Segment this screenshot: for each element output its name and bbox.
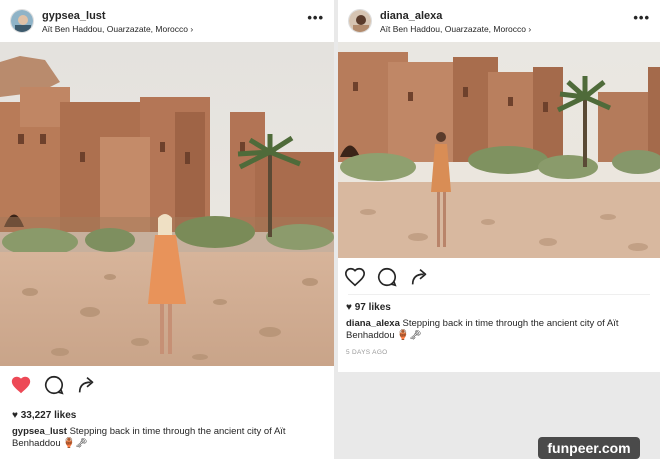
small-heart-icon: ♥ — [346, 302, 352, 313]
share-icon[interactable] — [409, 266, 431, 288]
action-bar — [0, 374, 334, 402]
caption: diana_alexa Stepping back in time throug… — [346, 318, 654, 342]
heart-icon[interactable] — [10, 374, 32, 396]
post-header: gypsea_lust Aït Ben Haddou, Ouarzazate, … — [0, 0, 334, 42]
post-photo[interactable] — [0, 42, 334, 366]
heart-icon[interactable] — [344, 266, 366, 288]
more-options-icon[interactable]: ••• — [307, 11, 324, 24]
likes-count[interactable]: ♥ 33,227 likes — [12, 410, 76, 421]
username[interactable]: gypsea_lust — [42, 10, 106, 22]
avatar[interactable] — [348, 9, 372, 33]
caption: gypsea_lust Stepping back in time throug… — [12, 426, 332, 450]
divider — [348, 294, 650, 295]
chevron-right-icon: › — [190, 24, 194, 34]
username[interactable]: diana_alexa — [380, 10, 442, 22]
avatar[interactable] — [10, 9, 34, 33]
location-link[interactable]: Aït Ben Haddou, Ouarzazate, Morocco › — [42, 24, 193, 34]
small-heart-icon: ♥ — [12, 410, 18, 421]
post-card-left: gypsea_lust Aït Ben Haddou, Ouarzazate, … — [0, 0, 334, 459]
share-icon[interactable] — [76, 374, 98, 396]
location-text: Aït Ben Haddou, Ouarzazate, Morocco — [380, 24, 526, 34]
action-bar — [338, 266, 660, 294]
post-photo[interactable] — [338, 42, 660, 258]
post-card-right: diana_alexa Aït Ben Haddou, Ouarzazate, … — [338, 0, 660, 372]
location-link[interactable]: Aït Ben Haddou, Ouarzazate, Morocco › — [380, 24, 531, 34]
location-text: Aït Ben Haddou, Ouarzazate, Morocco — [42, 24, 188, 34]
caption-username[interactable]: diana_alexa — [346, 318, 400, 329]
chevron-right-icon: › — [528, 24, 532, 34]
likes-count[interactable]: ♥ 97 likes — [346, 302, 391, 313]
comment-icon[interactable] — [376, 266, 398, 288]
post-header: diana_alexa Aït Ben Haddou, Ouarzazate, … — [338, 0, 660, 42]
more-options-icon[interactable]: ••• — [633, 11, 650, 24]
post-timestamp[interactable]: 5 DAYS AGO — [346, 349, 388, 356]
caption-username[interactable]: gypsea_lust — [12, 426, 67, 437]
comment-icon[interactable] — [43, 374, 65, 396]
watermark: funpeer.com — [538, 437, 640, 459]
